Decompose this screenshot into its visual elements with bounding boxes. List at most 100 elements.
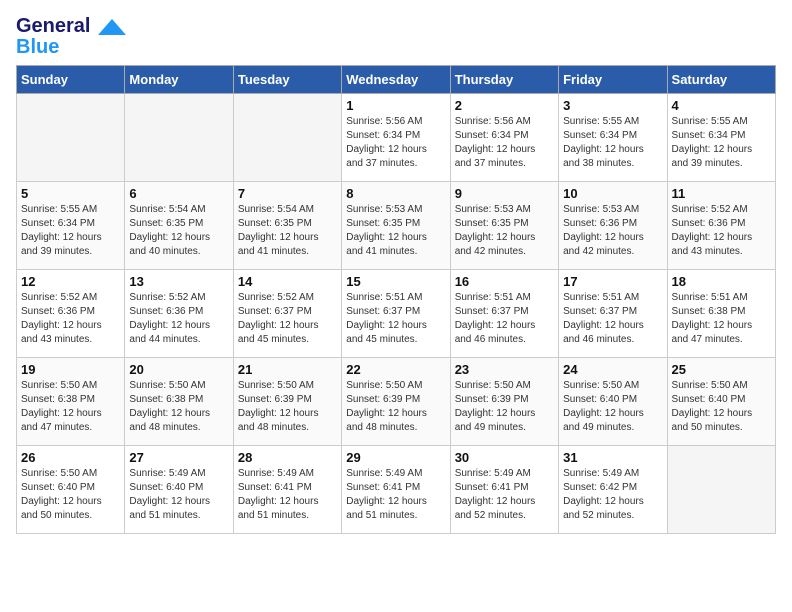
day-info: Sunrise: 5:52 AM Sunset: 6:36 PM Dayligh… [21,291,120,347]
day-info: Sunrise: 5:52 AM Sunset: 6:36 PM Dayligh… [672,203,771,259]
calendar-cell [667,446,775,534]
calendar-cell: 22 Sunrise: 5:50 AM Sunset: 6:39 PM Dayl… [342,358,450,446]
day-number: 6 [129,186,228,201]
day-number: 2 [455,98,554,113]
day-info: Sunrise: 5:50 AM Sunset: 6:38 PM Dayligh… [129,379,228,435]
day-number: 28 [238,450,337,465]
calendar-cell: 19 Sunrise: 5:50 AM Sunset: 6:38 PM Dayl… [17,358,125,446]
day-info: Sunrise: 5:50 AM Sunset: 6:40 PM Dayligh… [21,467,120,523]
day-number: 22 [346,362,445,377]
week-row-0: 1 Sunrise: 5:56 AM Sunset: 6:34 PM Dayli… [17,94,776,182]
calendar-cell [233,94,341,182]
calendar-cell: 13 Sunrise: 5:52 AM Sunset: 6:36 PM Dayl… [125,270,233,358]
calendar-cell: 26 Sunrise: 5:50 AM Sunset: 6:40 PM Dayl… [17,446,125,534]
day-info: Sunrise: 5:49 AM Sunset: 6:40 PM Dayligh… [129,467,228,523]
day-info: Sunrise: 5:49 AM Sunset: 6:41 PM Dayligh… [346,467,445,523]
day-number: 13 [129,274,228,289]
day-number: 29 [346,450,445,465]
day-number: 5 [21,186,120,201]
calendar-cell: 25 Sunrise: 5:50 AM Sunset: 6:40 PM Dayl… [667,358,775,446]
week-row-4: 26 Sunrise: 5:50 AM Sunset: 6:40 PM Dayl… [17,446,776,534]
day-info: Sunrise: 5:53 AM Sunset: 6:36 PM Dayligh… [563,203,662,259]
day-info: Sunrise: 5:55 AM Sunset: 6:34 PM Dayligh… [21,203,120,259]
calendar-cell: 9 Sunrise: 5:53 AM Sunset: 6:35 PM Dayli… [450,182,558,270]
calendar-cell: 14 Sunrise: 5:52 AM Sunset: 6:37 PM Dayl… [233,270,341,358]
day-info: Sunrise: 5:50 AM Sunset: 6:39 PM Dayligh… [455,379,554,435]
calendar-cell: 1 Sunrise: 5:56 AM Sunset: 6:34 PM Dayli… [342,94,450,182]
day-info: Sunrise: 5:50 AM Sunset: 6:40 PM Dayligh… [672,379,771,435]
calendar-cell: 18 Sunrise: 5:51 AM Sunset: 6:38 PM Dayl… [667,270,775,358]
day-number: 1 [346,98,445,113]
calendar-cell: 27 Sunrise: 5:49 AM Sunset: 6:40 PM Dayl… [125,446,233,534]
calendar-table: SundayMondayTuesdayWednesdayThursdayFrid… [16,65,776,534]
day-info: Sunrise: 5:50 AM Sunset: 6:38 PM Dayligh… [21,379,120,435]
day-number: 4 [672,98,771,113]
day-number: 20 [129,362,228,377]
calendar-cell: 29 Sunrise: 5:49 AM Sunset: 6:41 PM Dayl… [342,446,450,534]
day-number: 9 [455,186,554,201]
day-number: 31 [563,450,662,465]
logo-blue: Blue [16,37,59,57]
calendar-body: 1 Sunrise: 5:56 AM Sunset: 6:34 PM Dayli… [17,94,776,534]
day-info: Sunrise: 5:50 AM Sunset: 6:39 PM Dayligh… [346,379,445,435]
day-info: Sunrise: 5:49 AM Sunset: 6:41 PM Dayligh… [455,467,554,523]
week-row-2: 12 Sunrise: 5:52 AM Sunset: 6:36 PM Dayl… [17,270,776,358]
header-friday: Friday [559,66,667,94]
page-header: General Blue [16,16,776,57]
day-info: Sunrise: 5:50 AM Sunset: 6:39 PM Dayligh… [238,379,337,435]
day-number: 26 [21,450,120,465]
calendar-cell: 4 Sunrise: 5:55 AM Sunset: 6:34 PM Dayli… [667,94,775,182]
calendar-cell: 8 Sunrise: 5:53 AM Sunset: 6:35 PM Dayli… [342,182,450,270]
calendar-cell: 11 Sunrise: 5:52 AM Sunset: 6:36 PM Dayl… [667,182,775,270]
day-info: Sunrise: 5:51 AM Sunset: 6:37 PM Dayligh… [455,291,554,347]
day-number: 3 [563,98,662,113]
day-number: 23 [455,362,554,377]
calendar-cell [125,94,233,182]
week-row-3: 19 Sunrise: 5:50 AM Sunset: 6:38 PM Dayl… [17,358,776,446]
calendar-cell: 3 Sunrise: 5:55 AM Sunset: 6:34 PM Dayli… [559,94,667,182]
calendar-cell: 21 Sunrise: 5:50 AM Sunset: 6:39 PM Dayl… [233,358,341,446]
day-info: Sunrise: 5:56 AM Sunset: 6:34 PM Dayligh… [455,115,554,171]
day-number: 8 [346,186,445,201]
week-row-1: 5 Sunrise: 5:55 AM Sunset: 6:34 PM Dayli… [17,182,776,270]
day-info: Sunrise: 5:55 AM Sunset: 6:34 PM Dayligh… [672,115,771,171]
day-number: 24 [563,362,662,377]
day-info: Sunrise: 5:53 AM Sunset: 6:35 PM Dayligh… [346,203,445,259]
logo: General Blue [16,16,126,57]
day-number: 30 [455,450,554,465]
day-info: Sunrise: 5:56 AM Sunset: 6:34 PM Dayligh… [346,115,445,171]
day-info: Sunrise: 5:51 AM Sunset: 6:37 PM Dayligh… [346,291,445,347]
calendar-cell: 31 Sunrise: 5:49 AM Sunset: 6:42 PM Dayl… [559,446,667,534]
day-info: Sunrise: 5:51 AM Sunset: 6:37 PM Dayligh… [563,291,662,347]
calendar-cell: 2 Sunrise: 5:56 AM Sunset: 6:34 PM Dayli… [450,94,558,182]
day-info: Sunrise: 5:52 AM Sunset: 6:36 PM Dayligh… [129,291,228,347]
calendar-cell [17,94,125,182]
day-info: Sunrise: 5:54 AM Sunset: 6:35 PM Dayligh… [238,203,337,259]
calendar-cell: 6 Sunrise: 5:54 AM Sunset: 6:35 PM Dayli… [125,182,233,270]
day-number: 25 [672,362,771,377]
day-number: 14 [238,274,337,289]
calendar-cell: 5 Sunrise: 5:55 AM Sunset: 6:34 PM Dayli… [17,182,125,270]
header-monday: Monday [125,66,233,94]
day-info: Sunrise: 5:52 AM Sunset: 6:37 PM Dayligh… [238,291,337,347]
header-sunday: Sunday [17,66,125,94]
day-info: Sunrise: 5:54 AM Sunset: 6:35 PM Dayligh… [129,203,228,259]
day-number: 10 [563,186,662,201]
day-info: Sunrise: 5:49 AM Sunset: 6:42 PM Dayligh… [563,467,662,523]
day-info: Sunrise: 5:51 AM Sunset: 6:38 PM Dayligh… [672,291,771,347]
day-number: 16 [455,274,554,289]
day-info: Sunrise: 5:55 AM Sunset: 6:34 PM Dayligh… [563,115,662,171]
calendar-cell: 15 Sunrise: 5:51 AM Sunset: 6:37 PM Dayl… [342,270,450,358]
day-number: 27 [129,450,228,465]
day-number: 18 [672,274,771,289]
day-number: 7 [238,186,337,201]
header-saturday: Saturday [667,66,775,94]
day-info: Sunrise: 5:50 AM Sunset: 6:40 PM Dayligh… [563,379,662,435]
day-number: 21 [238,362,337,377]
day-info: Sunrise: 5:49 AM Sunset: 6:41 PM Dayligh… [238,467,337,523]
calendar-cell: 24 Sunrise: 5:50 AM Sunset: 6:40 PM Dayl… [559,358,667,446]
header-tuesday: Tuesday [233,66,341,94]
calendar-cell: 20 Sunrise: 5:50 AM Sunset: 6:38 PM Dayl… [125,358,233,446]
day-number: 17 [563,274,662,289]
day-number: 12 [21,274,120,289]
